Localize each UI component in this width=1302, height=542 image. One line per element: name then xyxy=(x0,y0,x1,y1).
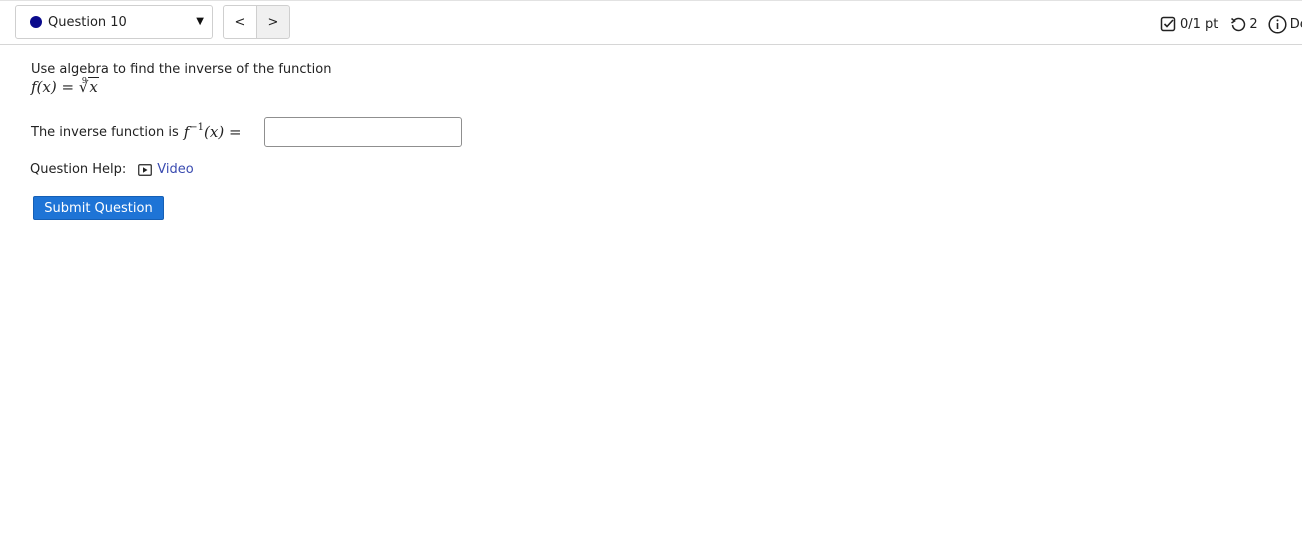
question-header: Question 10 ▼ < > 0/1 pt 2 D xyxy=(0,2,1302,45)
tries-count: 2 xyxy=(1249,16,1258,32)
question-status: 0/1 pt 2 De xyxy=(1160,14,1302,34)
root-index: 9 xyxy=(81,76,87,85)
inverse-exponent: −1 xyxy=(189,122,205,133)
radicand: x xyxy=(88,77,99,96)
details-link[interactable]: De xyxy=(1290,17,1302,32)
inverse-label: The inverse function is xyxy=(31,124,179,140)
question-status-dot xyxy=(30,16,42,28)
video-link[interactable]: Video xyxy=(138,162,194,177)
question-select-label: Question 10 xyxy=(48,15,127,30)
function-lhs: f(x) = xyxy=(31,78,75,96)
function-expression: f(x) = 9 √x xyxy=(31,76,99,96)
question-help-label: Question Help: xyxy=(30,162,127,177)
previous-question-button[interactable]: < xyxy=(223,5,257,39)
inverse-line: The inverse function is f−1(x) = xyxy=(31,122,242,141)
video-play-icon xyxy=(138,163,153,176)
checkbox-score-icon xyxy=(1160,16,1176,32)
next-question-button[interactable]: > xyxy=(256,5,290,39)
caret-down-icon: ▼ xyxy=(196,16,204,27)
chevron-right-icon: > xyxy=(267,14,279,30)
top-border xyxy=(0,0,1302,1)
inverse-expression: f−1(x) = xyxy=(184,122,242,141)
answer-input[interactable] xyxy=(264,117,462,147)
video-link-label: Video xyxy=(157,162,194,177)
retry-icon xyxy=(1230,16,1246,32)
nth-root: 9 √x xyxy=(79,76,99,96)
submit-question-button[interactable]: Submit Question xyxy=(33,196,164,220)
chevron-left-icon: < xyxy=(234,14,246,30)
question-select[interactable]: Question 10 ▼ xyxy=(15,5,213,39)
inverse-arg: (x) = xyxy=(204,123,242,141)
score-text: 0/1 pt xyxy=(1180,16,1219,32)
question-help: Question Help: Video xyxy=(30,162,194,177)
info-icon[interactable] xyxy=(1268,14,1287,34)
question-prompt: Use algebra to find the inverse of the f… xyxy=(31,62,332,77)
